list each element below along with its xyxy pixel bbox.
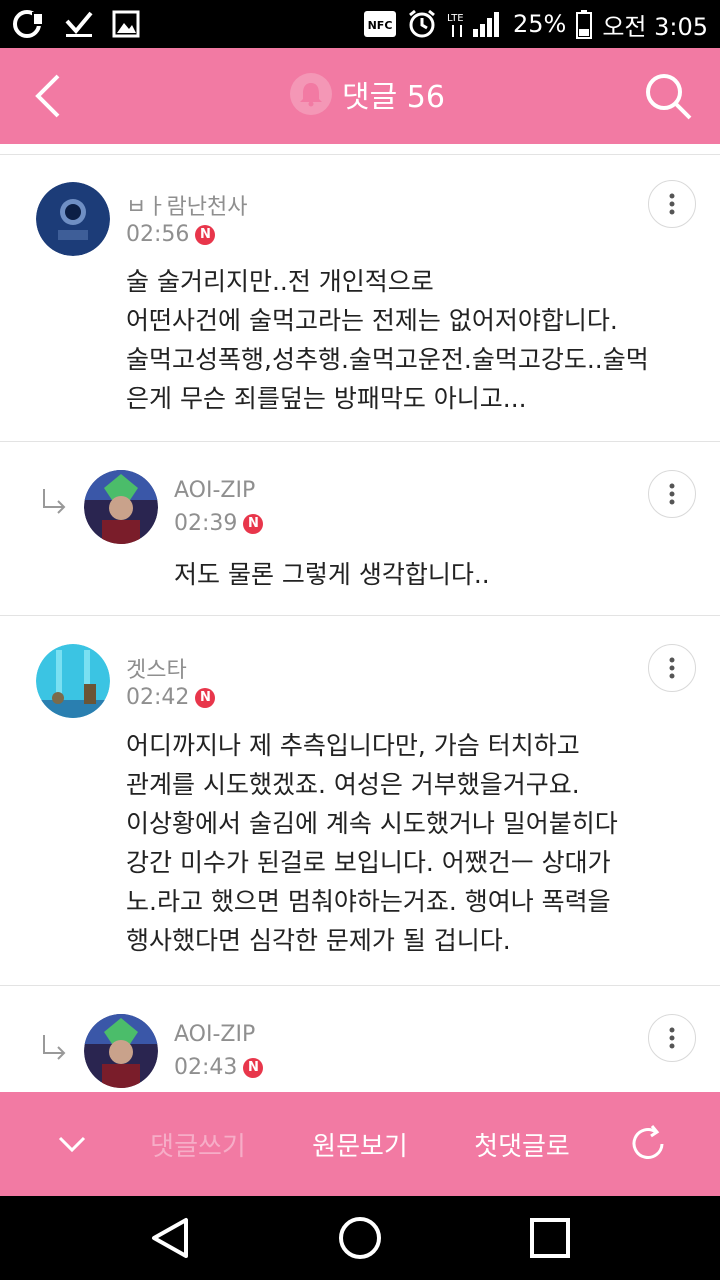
alarm-icon	[407, 9, 437, 39]
divider	[0, 615, 720, 616]
time-text: 02:42	[126, 685, 190, 710]
download-done-icon	[64, 9, 94, 39]
title-group: 댓글 56	[290, 72, 445, 116]
carrier-logo-icon	[12, 9, 46, 39]
time-text: 02:56	[126, 222, 190, 247]
comment-author[interactable]: AOI-ZIP	[174, 478, 255, 503]
view-original-button[interactable]: 원문보기	[292, 1092, 428, 1196]
page-title: 댓글 56	[342, 80, 445, 115]
more-options-button[interactable]	[648, 180, 696, 228]
chevron-down-icon	[58, 1136, 86, 1153]
comment-body: 어디까지나 제 추측입니다만, 가슴 터치하고 관계를 시도했겠죠. 여성은 거…	[126, 731, 618, 955]
more-vertical-icon	[669, 657, 675, 679]
search-button[interactable]	[638, 66, 698, 126]
back-button[interactable]	[22, 66, 82, 126]
avatar[interactable]	[36, 182, 110, 256]
image-icon	[112, 10, 140, 38]
time-text: 02:43	[174, 1055, 238, 1080]
write-comment-button[interactable]: 댓글쓰기	[130, 1092, 266, 1196]
collapse-button[interactable]	[36, 1092, 108, 1196]
comment-time: 02:42 N	[126, 685, 216, 710]
clock: 오전 3:05	[602, 12, 708, 41]
search-icon	[646, 74, 692, 120]
comment-author[interactable]: 겟스타	[126, 652, 187, 684]
more-vertical-icon	[669, 193, 675, 215]
lte-label: LTE	[447, 13, 464, 24]
triangle-back-icon	[152, 1218, 188, 1258]
new-badge: N	[243, 1057, 264, 1078]
battery-percent: 25%	[512, 10, 567, 38]
status-bar: NFC LTE 25% 오전 3:05	[0, 0, 720, 48]
time-text: 02:39	[174, 511, 238, 536]
battery-icon	[576, 9, 593, 39]
reply-arrow-icon	[40, 1033, 70, 1063]
more-options-button[interactable]	[648, 470, 696, 518]
comment-list[interactable]: ㅂㅏ람난천사 02:56 N 술 술거리지만..전 개인적으로 어떤사건에 술먹…	[0, 144, 720, 1092]
system-nav-bar	[0, 1196, 720, 1280]
first-comment-button[interactable]: 첫댓글로	[454, 1092, 590, 1196]
avatar[interactable]	[36, 644, 110, 718]
comment-time: 02:43 N	[174, 1055, 264, 1080]
comment-body: 술 술거리지만..전 개인적으로 어떤사건에 술먹고라는 전제는 없어저야합니다…	[126, 267, 649, 413]
new-badge: N	[195, 687, 216, 708]
nfc-icon: NFC	[363, 10, 397, 38]
reply-arrow-icon	[40, 487, 70, 517]
more-vertical-icon	[669, 483, 675, 505]
refresh-button[interactable]	[612, 1092, 684, 1196]
comment-time: 02:56 N	[126, 222, 216, 247]
lte-signal-icon: LTE	[447, 9, 503, 39]
square-recents-icon	[530, 1218, 570, 1258]
divider	[0, 441, 720, 442]
home-nav-button[interactable]	[332, 1210, 388, 1266]
comment-time: 02:39 N	[174, 511, 264, 536]
circle-home-icon	[339, 1217, 381, 1259]
recents-nav-button[interactable]	[522, 1210, 578, 1266]
refresh-icon	[632, 1125, 664, 1159]
comment-author[interactable]: AOI-ZIP	[174, 1022, 255, 1047]
divider	[0, 154, 720, 155]
more-options-button[interactable]	[648, 644, 696, 692]
nfc-label: NFC	[368, 19, 393, 32]
avatar[interactable]	[84, 470, 158, 544]
chevron-left-icon	[35, 74, 60, 118]
new-badge: N	[243, 513, 264, 534]
divider	[0, 985, 720, 986]
new-badge: N	[195, 224, 216, 245]
bottom-action-bar: 댓글쓰기 원문보기 첫댓글로	[0, 1092, 720, 1196]
more-options-button[interactable]	[648, 1014, 696, 1062]
comment-author[interactable]: ㅂㅏ람난천사	[126, 189, 247, 221]
app-bar: 댓글 56	[0, 48, 720, 144]
more-vertical-icon	[669, 1027, 675, 1049]
bell-icon	[300, 83, 322, 107]
comment-body: 저도 물론 그렇게 생각합니다..	[174, 560, 490, 589]
notification-bell-button[interactable]	[290, 73, 332, 115]
avatar[interactable]	[84, 1014, 158, 1088]
back-nav-button[interactable]	[142, 1210, 198, 1266]
